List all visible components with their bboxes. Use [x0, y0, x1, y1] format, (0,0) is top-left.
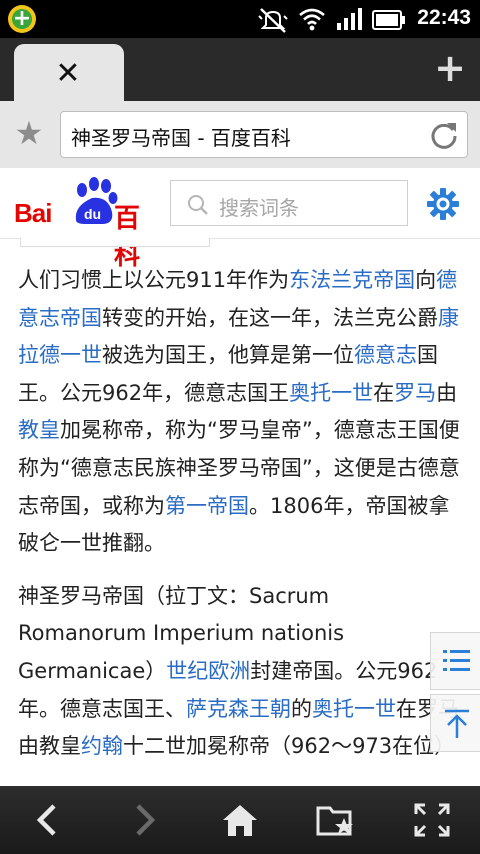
link-pope[interactable]: 教皇 — [18, 418, 60, 442]
link-otto-i[interactable]: 奥托一世 — [312, 697, 396, 721]
text-run: 被选为国王，他算是第一位 — [102, 343, 354, 368]
star-icon[interactable]: ★ — [12, 115, 46, 151]
back-to-top-icon — [445, 709, 469, 738]
home-icon — [223, 805, 257, 836]
text-run: 由 — [436, 380, 458, 405]
status-bar: + 22:43 — [0, 0, 480, 38]
link-rome[interactable]: 罗马 — [394, 381, 436, 405]
wifi-icon — [299, 8, 325, 31]
home-button[interactable] — [192, 786, 288, 854]
logo-du: du — [84, 206, 102, 222]
article-paragraph: 神圣罗马帝国（拉丁文：Sacrum Romanorum Imperium nat… — [18, 578, 462, 766]
bottom-toolbar — [0, 786, 480, 854]
reload-icon[interactable] — [429, 120, 459, 150]
back-to-top-button[interactable] — [430, 694, 480, 752]
article-body: 人们习惯上以公元911年作为东法兰克帝国向德意志帝国转变的开始，在这一年，法兰克… — [18, 262, 462, 781]
link-medieval-europe[interactable]: 世纪欧洲 — [166, 659, 250, 683]
back-arrow-icon — [36, 804, 56, 836]
link-germany[interactable]: 德意志 — [354, 343, 417, 367]
signal-icon — [337, 8, 362, 30]
back-button[interactable] — [0, 786, 96, 854]
bookmarks-button[interactable] — [288, 786, 384, 854]
forward-arrow-icon — [136, 804, 156, 836]
link-east-francia[interactable]: 东法兰克帝国 — [289, 268, 415, 292]
fullscreen-icon — [414, 803, 450, 837]
forward-button[interactable] — [96, 786, 192, 854]
toc-button[interactable] — [430, 632, 480, 690]
logo-bai: Bai — [14, 198, 52, 228]
logo-baike: 百科 — [114, 204, 141, 271]
status-clock: 22:43 — [417, 6, 471, 29]
page-title: 神圣罗马帝国 - 百度百科 — [71, 126, 291, 150]
baidu-header: Bai du 百科 搜索词条 — [0, 168, 480, 271]
text-run: 人们习惯上以公元911年作为 — [18, 268, 290, 292]
baidu-baike-logo[interactable]: Bai du 百科 — [14, 176, 156, 271]
text-run: 的 — [291, 696, 312, 721]
fullscreen-button[interactable] — [384, 786, 480, 854]
battery-icon — [372, 10, 405, 30]
new-tab-icon[interactable]: + — [430, 48, 470, 88]
url-field[interactable]: 神圣罗马帝国 - 百度百科 — [60, 111, 468, 158]
gear-icon[interactable] — [426, 187, 460, 221]
search-input[interactable]: 搜索词条 — [170, 180, 408, 226]
vibrate-silent-icon — [258, 8, 288, 33]
search-placeholder: 搜索词条 — [219, 196, 299, 220]
text-run: 向 — [415, 268, 437, 292]
search-icon — [188, 195, 208, 215]
article-paragraph: 人们习惯上以公元911年作为东法兰克帝国向德意志帝国转变的开始，在这一年，法兰克… — [18, 262, 462, 563]
address-bar: ★ 神圣罗马帝国 - 百度百科 — [0, 101, 480, 169]
link-john[interactable]: 约翰 — [81, 734, 123, 758]
link-saxon-dynasty[interactable]: 萨克森王朝 — [186, 697, 291, 721]
app-plus-icon: + — [8, 5, 36, 33]
close-tab-icon[interactable]: ✕ — [44, 54, 92, 94]
link-otto-i[interactable]: 奥托一世 — [289, 381, 373, 405]
text-run: 转变的开始，在这一年，法兰克公爵 — [102, 305, 438, 330]
bookmarks-folder-icon — [316, 806, 353, 836]
tab-current[interactable]: ✕ — [14, 44, 124, 101]
link-first-reich[interactable]: 第一帝国 — [165, 494, 249, 518]
text-run: 十二世加冕称帝（962～973在位） — [123, 734, 456, 759]
list-icon — [443, 650, 470, 671]
text-run: 在 — [373, 380, 395, 405]
tab-strip: ✕ + — [0, 38, 480, 101]
dropdown-remnant — [20, 238, 210, 247]
